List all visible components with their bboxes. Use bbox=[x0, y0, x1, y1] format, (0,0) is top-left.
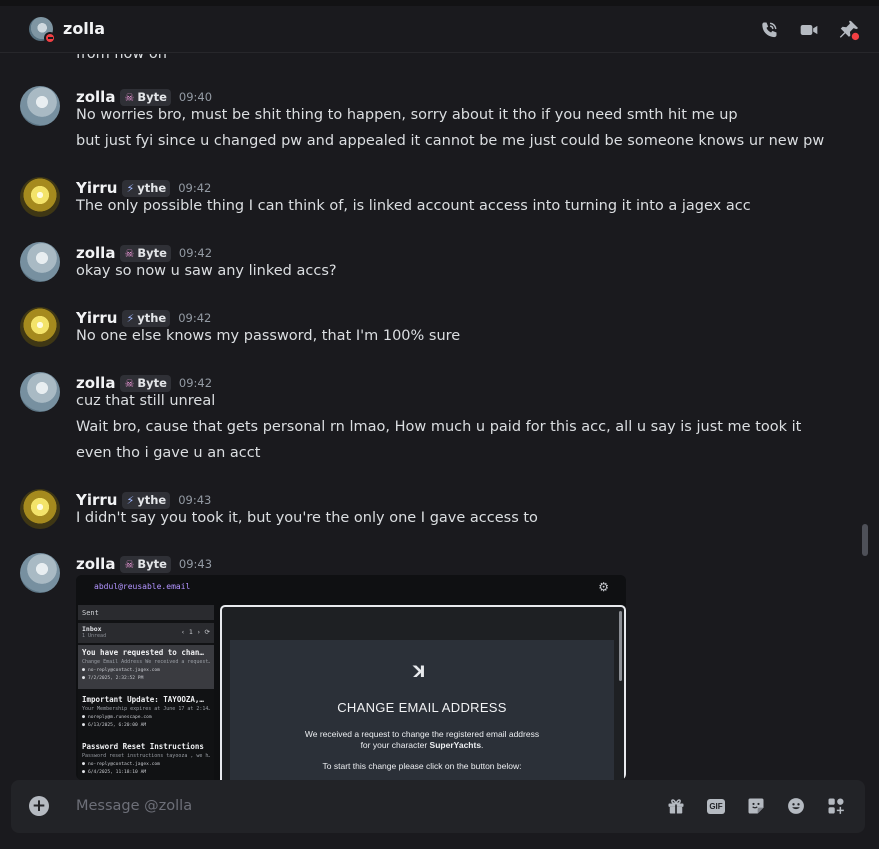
refresh-icon: ⟳ bbox=[204, 628, 210, 636]
message-line: I didn't say you took it, but you're the… bbox=[76, 510, 538, 526]
attachment-email-text: for your character SuperYachts. bbox=[360, 740, 484, 750]
username[interactable]: zolla bbox=[76, 374, 115, 392]
avatar[interactable] bbox=[20, 489, 60, 529]
gift-icon[interactable] bbox=[665, 795, 687, 817]
video-call-icon[interactable] bbox=[797, 18, 821, 42]
timestamp: 09:42 bbox=[178, 246, 213, 260]
skull-icon: ☠ bbox=[124, 376, 135, 390]
scrollbar-thumb[interactable] bbox=[862, 524, 868, 556]
avatar[interactable] bbox=[20, 553, 60, 593]
dm-header: zolla bbox=[0, 6, 879, 53]
message-line: No worries bro, must be shit thing to ha… bbox=[76, 107, 738, 123]
attachment-mail-item: Important Update: TAYOOZA,… Your Members… bbox=[78, 692, 214, 736]
message-line: The only possible thing I can think of, … bbox=[76, 198, 751, 214]
username[interactable]: zolla bbox=[76, 555, 115, 573]
username[interactable]: zolla bbox=[76, 244, 115, 262]
username[interactable]: Yirru bbox=[76, 491, 117, 509]
timestamp: 09:43 bbox=[178, 493, 212, 507]
timestamp: 09:40 bbox=[178, 90, 213, 104]
attachment-email-card: ꓘ CHANGE EMAIL ADDRESS We received a req… bbox=[230, 640, 614, 780]
attachment-mail-view: ꓘ CHANGE EMAIL ADDRESS We received a req… bbox=[220, 605, 626, 780]
attachment-email-text: We received a request to change the regi… bbox=[304, 729, 540, 739]
attachment-sent-tab: Sent bbox=[78, 605, 214, 620]
phone-call-icon[interactable] bbox=[757, 18, 781, 42]
timestamp: 09:42 bbox=[178, 311, 212, 325]
message-line: but just fyi since u changed pw and appe… bbox=[76, 133, 825, 149]
attachment-email: abdul@reusable.email bbox=[94, 582, 191, 591]
skull-icon: ☠ bbox=[124, 557, 135, 571]
image-attachment[interactable]: abdul@reusable.email ⚙ Sent Inbox 1 Unre… bbox=[76, 575, 626, 780]
user-tag[interactable]: ⚡ ythe bbox=[122, 491, 171, 509]
message-input[interactable]: Message @zolla bbox=[76, 798, 192, 814]
sticker-icon[interactable] bbox=[745, 795, 767, 817]
avatar[interactable] bbox=[20, 307, 60, 347]
attachment-pager: ‹ 1 › ⟳ bbox=[181, 628, 210, 636]
user-tag[interactable]: ⚡ ythe bbox=[122, 179, 171, 197]
username[interactable]: zolla bbox=[76, 88, 115, 106]
message-line: from now on bbox=[76, 54, 167, 62]
skull-icon: ☠ bbox=[124, 246, 135, 260]
message-line: even tho i gave u an acct bbox=[76, 445, 261, 461]
message-line: Wait bro, cause that gets personal rn lm… bbox=[76, 419, 802, 435]
attachment-mail-item: Password Reset Instructions Password res… bbox=[78, 739, 214, 780]
avatar[interactable] bbox=[20, 242, 60, 282]
user-tag[interactable]: ☠ Byte bbox=[120, 244, 171, 262]
attachment-inbox: Inbox 1 Unread ‹ 1 › ⟳ bbox=[78, 623, 214, 643]
skull-icon: ☠ bbox=[124, 90, 135, 104]
attachment-mail-sidebar: Sent Inbox 1 Unread ‹ 1 › ⟳ You have req… bbox=[78, 605, 214, 780]
message-composer: + Message @zolla GIF bbox=[11, 780, 865, 833]
avatar[interactable] bbox=[20, 372, 60, 412]
jagex-logo-icon: ꓘ bbox=[413, 662, 426, 681]
lightning-icon: ⚡ bbox=[126, 181, 135, 195]
attachment-email-heading: CHANGE EMAIL ADDRESS bbox=[337, 700, 507, 715]
apps-icon[interactable] bbox=[825, 795, 847, 817]
timestamp: 09:42 bbox=[178, 376, 213, 390]
gear-icon: ⚙ bbox=[598, 580, 609, 594]
user-tag[interactable]: ⚡ ythe bbox=[122, 309, 171, 327]
username[interactable]: Yirru bbox=[76, 179, 117, 197]
add-attachment-button[interactable]: + bbox=[29, 796, 49, 816]
attachment-scrollbar bbox=[619, 611, 622, 681]
attachment-email-text: To start this change please click on the… bbox=[322, 761, 522, 771]
attachment-topbar: abdul@reusable.email ⚙ bbox=[76, 575, 626, 601]
message-line: okay so now u saw any linked accs? bbox=[76, 263, 337, 279]
user-tag[interactable]: ☠ Byte bbox=[120, 88, 171, 106]
attachment-mail-item: You have requested to chan… Change Email… bbox=[78, 645, 214, 689]
user-tag[interactable]: ☠ Byte bbox=[120, 555, 171, 573]
dnd-status-icon bbox=[44, 32, 56, 44]
timestamp: 09:43 bbox=[178, 557, 213, 571]
lightning-icon: ⚡ bbox=[126, 493, 135, 507]
message-line: cuz that still unreal bbox=[76, 393, 216, 409]
gif-icon[interactable]: GIF bbox=[705, 795, 727, 817]
header-title[interactable]: zolla bbox=[63, 19, 105, 38]
emoji-icon[interactable] bbox=[785, 795, 807, 817]
pin-icon[interactable] bbox=[837, 18, 861, 42]
timestamp: 09:42 bbox=[178, 181, 212, 195]
username[interactable]: Yirru bbox=[76, 309, 117, 327]
message-line: No one else knows my password, that I'm … bbox=[76, 328, 461, 344]
user-tag[interactable]: ☠ Byte bbox=[120, 374, 171, 392]
avatar[interactable] bbox=[20, 86, 60, 126]
avatar[interactable] bbox=[20, 177, 60, 217]
lightning-icon: ⚡ bbox=[126, 311, 135, 325]
